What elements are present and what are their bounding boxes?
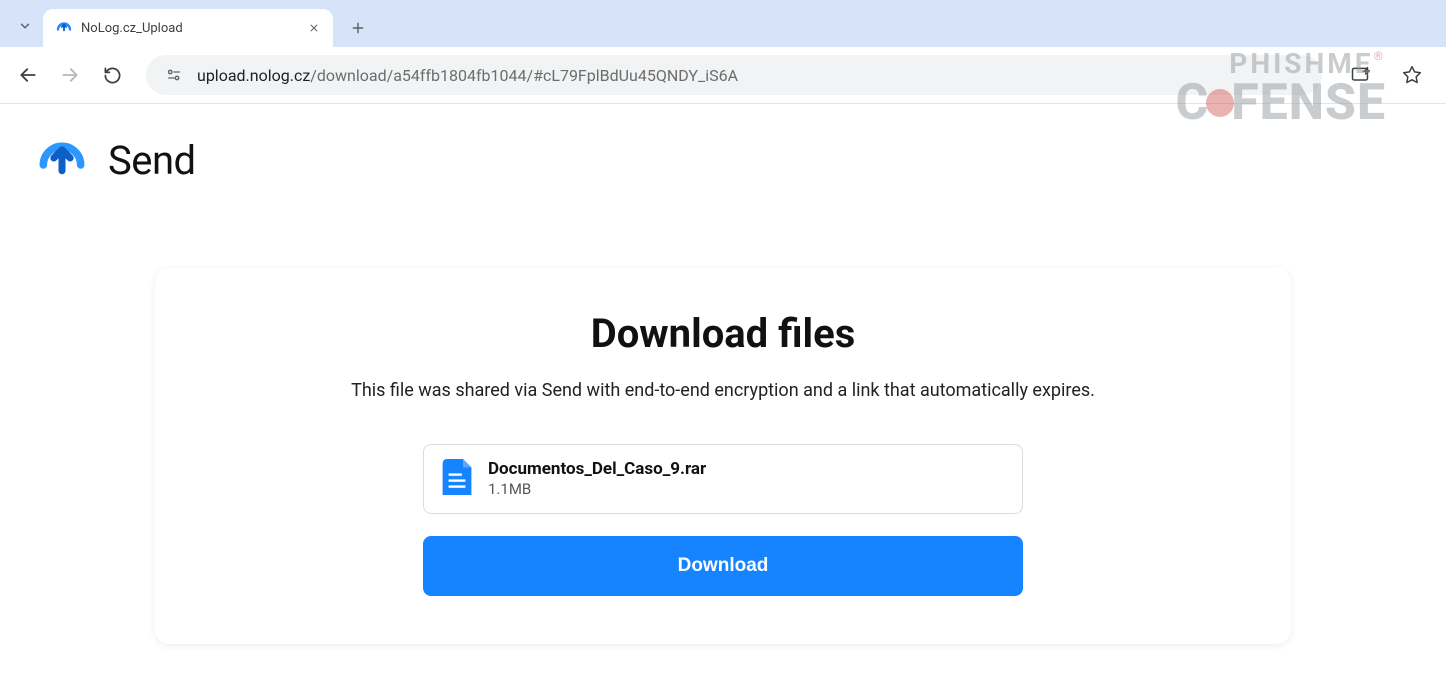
tab-favicon-icon [55,19,73,37]
tab-close-button[interactable] [305,19,323,37]
tab-search-button[interactable] [10,11,40,41]
address-bar[interactable]: upload.nolog.cz/download/a54ffb1804fb104… [146,55,1322,95]
brand-header: Send [0,104,1446,216]
bookmark-button[interactable] [1394,57,1430,93]
back-button[interactable] [10,57,46,93]
brand-name: Send [108,137,196,184]
url-text: upload.nolog.cz/download/a54ffb1804fb104… [197,66,738,85]
url-path: /download/a54ffb1804fb1044/#cL79FplBdUu4… [310,66,738,85]
browser-toolbar: upload.nolog.cz/download/a54ffb1804fb104… [0,47,1446,104]
reload-button[interactable] [94,57,130,93]
file-item: Documentos_Del_Caso_9.rar 1.1MB [423,444,1023,514]
card-description: This file was shared via Send with end-t… [338,377,1108,406]
forward-button[interactable] [52,57,88,93]
install-app-button[interactable] [1342,57,1378,93]
file-info: Documentos_Del_Caso_9.rar 1.1MB [488,459,706,498]
card-title: Download files [195,310,1251,357]
tab-title: NoLog.cz_Upload [81,21,305,36]
url-host: upload.nolog.cz [197,66,310,85]
download-button[interactable]: Download [423,536,1023,596]
browser-tab-bar: NoLog.cz_Upload [0,0,1446,47]
page-content: Send Download files This file was shared… [0,104,1446,644]
cloud-upload-icon [34,130,90,190]
new-tab-button[interactable] [343,13,373,43]
file-name: Documentos_Del_Caso_9.rar [488,459,706,479]
file-size: 1.1MB [488,480,706,498]
browser-tab[interactable]: NoLog.cz_Upload [43,9,333,47]
toolbar-right [1342,57,1436,93]
download-card: Download files This file was shared via … [155,268,1291,644]
document-icon [442,459,472,499]
site-info-icon[interactable] [161,62,187,88]
